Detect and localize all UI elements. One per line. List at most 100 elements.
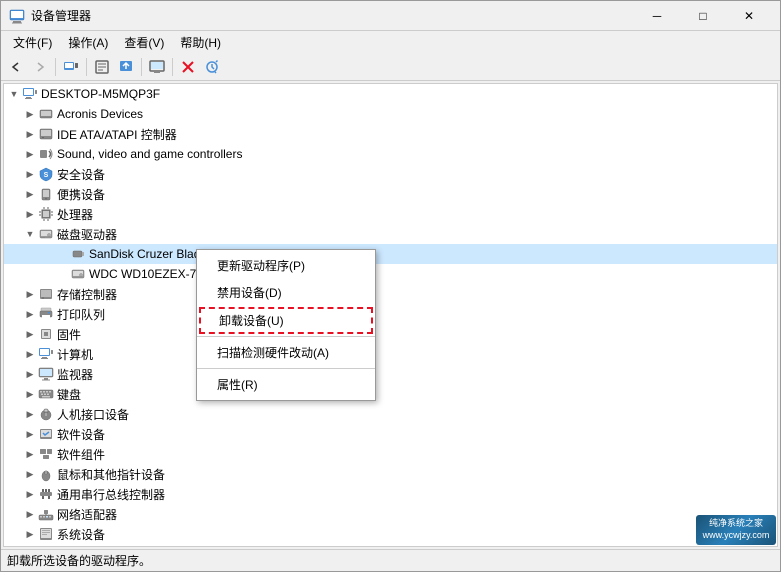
properties-button[interactable] <box>91 56 113 78</box>
device-manager-button[interactable] <box>60 56 82 78</box>
expand-computer[interactable]: ▶ <box>22 346 38 362</box>
menu-view[interactable]: 查看(V) <box>116 32 172 53</box>
icon-hid <box>38 406 54 422</box>
icon-acronis <box>38 106 54 122</box>
context-disable-device[interactable]: 禁用设备(D) <box>197 279 375 306</box>
expand-ide[interactable]: ▶ <box>22 126 38 142</box>
monitor-button[interactable] <box>146 56 168 78</box>
tree-item-portable[interactable]: ▶ 便携设备 <box>4 184 777 204</box>
expand-mouse[interactable]: ▶ <box>22 466 38 482</box>
icon-sandisk <box>70 246 86 262</box>
tree-item-software[interactable]: ▶ 软件设备 <box>4 424 777 444</box>
back-button[interactable] <box>5 56 27 78</box>
expand-root[interactable]: ▼ <box>6 86 22 102</box>
icon-computer2 <box>38 346 54 362</box>
tree-item-keyboard[interactable]: ▶ 键盘 <box>4 384 777 404</box>
icon-print <box>38 306 54 322</box>
context-uninstall-device[interactable]: 卸载设备(U) <box>199 307 373 334</box>
icon-disk <box>38 226 54 242</box>
expand-software[interactable]: ▶ <box>22 426 38 442</box>
tree-item-print[interactable]: ▶ 打印队列 <box>4 304 777 324</box>
toolbar-sep-4 <box>172 58 173 76</box>
context-scan-hardware[interactable]: 扫描检测硬件改动(A) <box>197 339 375 366</box>
minimize-button[interactable]: ─ <box>634 1 680 31</box>
expand-print[interactable]: ▶ <box>22 306 38 322</box>
tree-item-acronis-label: Acronis Devices <box>57 107 143 121</box>
window-title: 设备管理器 <box>31 7 91 24</box>
tree-item-sandisk[interactable]: ▶ SanDisk Cruzer Blade USB De… <box>4 244 777 264</box>
icon-ide <box>38 126 54 142</box>
tree-item-computer[interactable]: ▶ 计算机 <box>4 344 777 364</box>
expand-keyboard[interactable]: ▶ <box>22 386 38 402</box>
title-bar-left: 设备管理器 <box>9 7 91 24</box>
device-manager-window: 设备管理器 ─ □ ✕ 文件(F) 操作(A) 查看(V) 帮助(H) <box>0 0 781 572</box>
tree-item-storage[interactable]: ▶ 存储控制器 <box>4 284 777 304</box>
menu-file[interactable]: 文件(F) <box>5 32 60 53</box>
tree-item-wdc[interactable]: ▶ WDC WD10EZEX-75WN4A1 <box>4 264 777 284</box>
icon-wdc <box>70 266 86 282</box>
expand-firmware[interactable]: ▶ <box>22 326 38 342</box>
tree-item-acronis[interactable]: ▶ Acronis Devices <box>4 104 777 124</box>
expand-acronis[interactable]: ▶ <box>22 106 38 122</box>
tree-item-processor[interactable]: ▶ 处理器 <box>4 204 777 224</box>
tree-item-monitor[interactable]: ▶ 监视器 <box>4 364 777 384</box>
expand-disk[interactable]: ▼ <box>22 226 38 242</box>
tree-item-serial-label: 通用串行总线控制器 <box>57 486 165 503</box>
toolbar-sep-1 <box>55 58 56 76</box>
delete-icon <box>180 59 196 75</box>
device-tree[interactable]: ▼ DESKTOP-M5MQP3F ▶ <box>3 83 778 547</box>
tree-item-serial[interactable]: ▶ 通用串行总线控制器 <box>4 484 777 504</box>
status-text: 卸载所选设备的驱动程序。 <box>7 552 151 569</box>
tree-item-root[interactable]: ▼ DESKTOP-M5MQP3F <box>4 84 777 104</box>
expand-portable[interactable]: ▶ <box>22 186 38 202</box>
scan-button[interactable] <box>201 56 223 78</box>
icon-serial <box>38 486 54 502</box>
context-properties[interactable]: 属性(R) <box>197 371 375 398</box>
tree-item-system[interactable]: ▶ 系统设备 <box>4 524 777 544</box>
tree-item-softcomp[interactable]: ▶ 软件组件 <box>4 444 777 464</box>
tree-item-sound[interactable]: ▶ Sound, video and game controllers <box>4 144 777 164</box>
context-update-driver[interactable]: 更新驱动程序(P) <box>197 252 375 279</box>
expand-system[interactable]: ▶ <box>22 526 38 542</box>
icon-network <box>38 506 54 522</box>
expand-wdc-placeholder: ▶ <box>54 266 70 282</box>
expand-softcomp[interactable]: ▶ <box>22 446 38 462</box>
tree-item-ide[interactable]: ▶ IDE ATA/ATAPI 控制器 <box>4 124 777 144</box>
icon-security: S <box>38 166 54 182</box>
expand-monitor[interactable]: ▶ <box>22 366 38 382</box>
expand-processor[interactable]: ▶ <box>22 206 38 222</box>
title-controls: ─ □ ✕ <box>634 1 772 31</box>
tree-item-computer-label: 计算机 <box>57 346 93 363</box>
tree-item-security-label: 安全设备 <box>57 166 105 183</box>
menu-action[interactable]: 操作(A) <box>60 32 116 53</box>
expand-serial[interactable]: ▶ <box>22 486 38 502</box>
status-bar: 卸载所选设备的驱动程序。 <box>1 549 780 571</box>
update-driver-button[interactable] <box>115 56 137 78</box>
expand-hid[interactable]: ▶ <box>22 406 38 422</box>
tree-item-security[interactable]: ▶ S 安全设备 <box>4 164 777 184</box>
tree-item-disk[interactable]: ▼ 磁盘驱动器 <box>4 224 777 244</box>
forward-button[interactable] <box>29 56 51 78</box>
menu-bar: 文件(F) 操作(A) 查看(V) 帮助(H) <box>1 31 780 53</box>
expand-security[interactable]: ▶ <box>22 166 38 182</box>
tree-item-softcomp-label: 软件组件 <box>57 446 105 463</box>
delete-button[interactable] <box>177 56 199 78</box>
tree-item-firmware[interactable]: ▶ 固件 <box>4 324 777 344</box>
expand-sound[interactable]: ▶ <box>22 146 38 162</box>
menu-help[interactable]: 帮助(H) <box>172 32 229 53</box>
device-manager-icon <box>63 59 79 75</box>
tree-item-monitor-label: 监视器 <box>57 366 93 383</box>
expand-storage[interactable]: ▶ <box>22 286 38 302</box>
icon-portable <box>38 186 54 202</box>
icon-storage <box>38 286 54 302</box>
toolbar-sep-2 <box>86 58 87 76</box>
tree-item-network[interactable]: ▶ 网络适配器 <box>4 504 777 524</box>
icon-monitor <box>38 366 54 382</box>
tree-item-hid[interactable]: ▶ 人机接口设备 <box>4 404 777 424</box>
tree-item-system-label: 系统设备 <box>57 526 105 543</box>
expand-network[interactable]: ▶ <box>22 506 38 522</box>
close-button[interactable]: ✕ <box>726 1 772 31</box>
tree-item-mouse[interactable]: ▶ 鼠标和其他指针设备 <box>4 464 777 484</box>
icon-computer <box>22 86 38 102</box>
maximize-button[interactable]: □ <box>680 1 726 31</box>
